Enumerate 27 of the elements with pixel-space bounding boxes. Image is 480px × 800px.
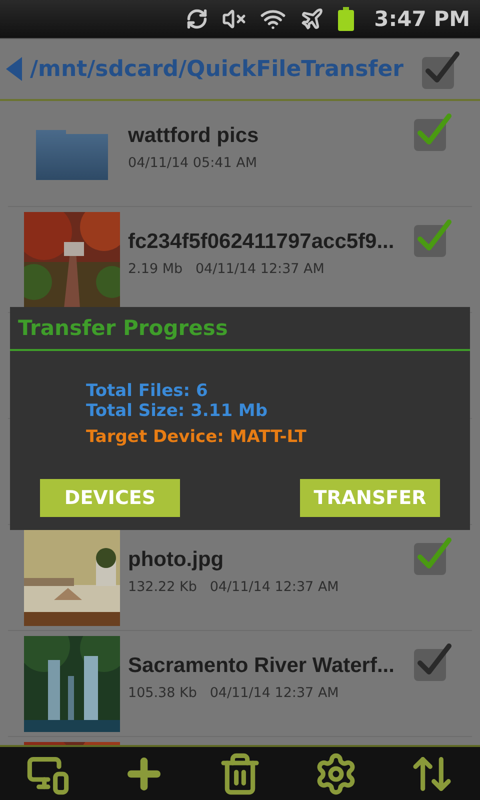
battery-icon [338,7,354,31]
devices-button[interactable]: DEVICES [40,479,180,517]
total-size: Total Size: 3.11 Mb [86,401,269,421]
target-device: Target Device: MATT-LT [86,427,308,447]
file-name: Sacramento River Waterf... [128,652,396,678]
file-checkbox[interactable] [412,217,452,257]
sync-icon [186,8,208,30]
file-checkbox[interactable] [412,111,452,151]
file-name: fc234f5f062411797acc5f9... [128,228,396,254]
file-checkbox[interactable] [412,641,452,681]
file-checkbox[interactable] [412,535,452,575]
file-details: 132.22 Kb 04/11/14 12:37 AM [128,578,340,594]
folder-path: /mnt/sdcard/QuickFileTransfer [30,56,405,82]
airplane-icon [300,7,324,31]
file-name: wattford pics [128,122,260,148]
dialog-title: Transfer Progress [18,316,228,340]
transfer-button[interactable]: TRANSFER [300,479,440,517]
select-all-checkbox[interactable] [420,49,460,89]
total-files: Total Files: 6 [86,381,209,401]
trash-icon[interactable] [218,752,262,796]
file-details: 04/11/14 05:41 AM [128,154,258,170]
file-details: 2.19 Mb 04/11/14 12:37 AM [128,260,326,276]
file-name: photo.jpg [128,546,225,572]
mute-icon [222,7,246,31]
back-icon[interactable] [6,57,22,81]
file-details: 105.38 Kb 04/11/14 12:37 AM [128,684,340,700]
clock-time: 3:47 PM [374,7,470,31]
